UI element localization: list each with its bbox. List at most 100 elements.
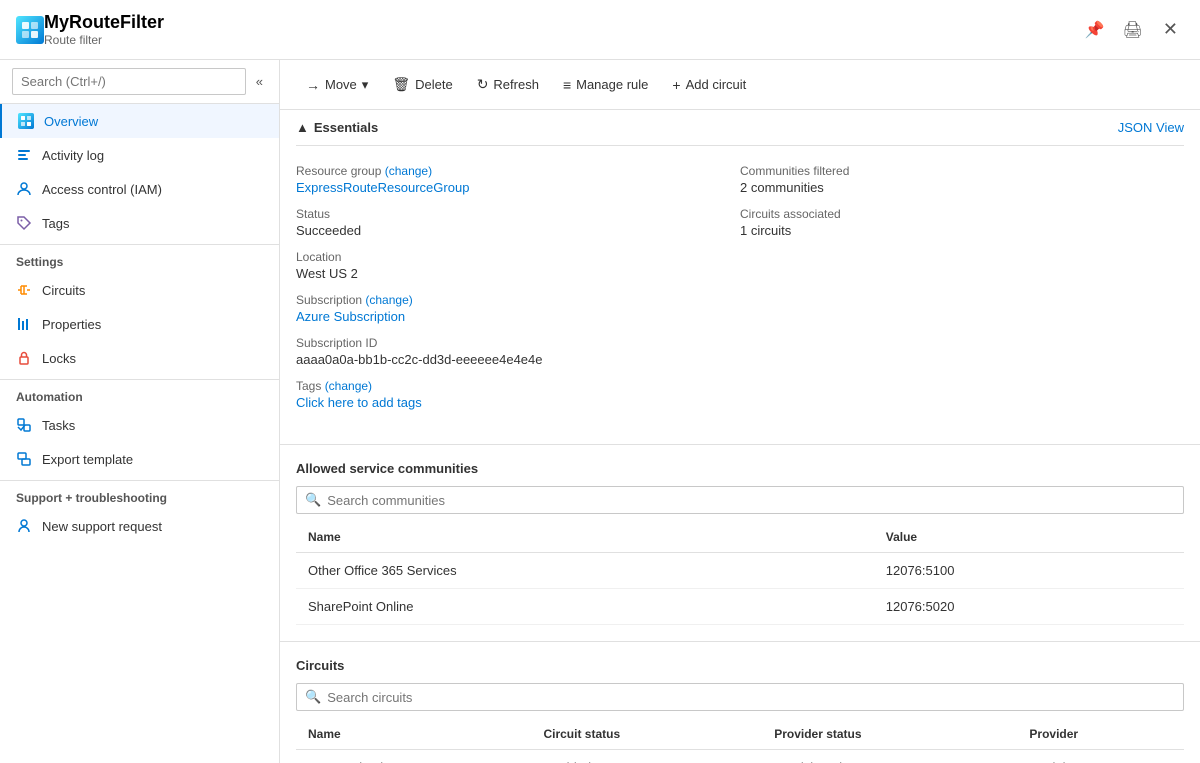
essentials-title: ▲ Essentials <box>296 120 378 135</box>
sidebar-item-access-control[interactable]: Access control (IAM) <box>0 172 279 206</box>
sidebar-item-circuits[interactable]: Circuits <box>0 273 279 307</box>
add-circuit-icon: + <box>672 77 680 93</box>
circuit-row-1: TestERCircuit Enabled Provisioned Equini… <box>296 750 1184 763</box>
circuits-search-input[interactable] <box>327 690 1175 705</box>
delete-label: Delete <box>415 77 453 92</box>
essentials-header: ▲ Essentials JSON View <box>296 110 1184 146</box>
essentials-grid: Resource group (change) ExpressRouteReso… <box>296 146 1184 428</box>
print-button[interactable]: 🖨 <box>1119 18 1147 42</box>
tags-value[interactable]: Click here to add tags <box>296 395 422 410</box>
sidebar-item-locks[interactable]: Locks <box>0 341 279 375</box>
communities-filtered-label: Communities filtered <box>740 164 1184 178</box>
communities-filtered-item: Communities filtered 2 communities <box>740 158 1184 201</box>
circuits-col-provider-status: Provider status <box>762 719 1017 750</box>
subscription-id-label: Subscription ID <box>296 336 740 350</box>
location-value: West US 2 <box>296 266 740 281</box>
settings-section-header: Settings <box>0 244 279 273</box>
communities-section: Allowed service communities 🔍 Name Value… <box>280 445 1200 625</box>
communities-col-value: Value <box>874 522 1184 553</box>
support-section-header: Support + troubleshooting <box>0 480 279 509</box>
resource-icon <box>16 16 44 44</box>
community-name-1: Other Office 365 Services <box>296 553 874 589</box>
subscription-id-value: aaaa0a0a-bb1b-cc2c-dd3d-eeeeee4e4e4e <box>296 352 740 367</box>
resource-group-label: Resource group (change) <box>296 164 740 178</box>
search-input[interactable] <box>12 68 246 95</box>
move-icon: → <box>306 77 320 93</box>
circuits-label: Circuits <box>42 283 85 298</box>
resource-name: MyRouteFilter <box>44 12 1081 33</box>
subscription-change[interactable]: (change) <box>365 293 412 307</box>
collapse-button[interactable]: « <box>252 72 267 91</box>
manage-rule-icon: ≡ <box>563 77 571 93</box>
title-text: MyRouteFilter Route filter <box>44 12 1081 47</box>
circuits-title: Circuits <box>296 658 1184 673</box>
circuit-provider-status-1: Provisioned <box>762 750 1017 763</box>
refresh-button[interactable]: ↻ Refresh <box>467 70 549 99</box>
circuits-associated-label: Circuits associated <box>740 207 1184 221</box>
json-view-link[interactable]: JSON View <box>1118 120 1184 135</box>
circuits-search-icon: 🔍 <box>305 689 321 705</box>
sidebar-item-new-support[interactable]: New support request <box>0 509 279 543</box>
community-value-1: 12076:5100 <box>874 553 1184 589</box>
circuit-status-1: Enabled <box>531 750 762 763</box>
tags-change[interactable]: (change) <box>325 379 372 393</box>
manage-rule-label: Manage rule <box>576 77 648 92</box>
sidebar-item-overview[interactable]: Overview <box>0 104 279 138</box>
locks-label: Locks <box>42 351 76 366</box>
activity-log-icon <box>16 147 32 163</box>
circuits-associated-item: Circuits associated 1 circuits <box>740 201 1184 244</box>
new-support-label: New support request <box>42 519 162 534</box>
resource-group-item: Resource group (change) ExpressRouteReso… <box>296 158 740 201</box>
communities-col-name: Name <box>296 522 874 553</box>
location-item: Location West US 2 <box>296 244 740 287</box>
circuits-table: Name Circuit status Provider status Prov… <box>296 719 1184 763</box>
circuits-icon <box>16 282 32 298</box>
new-support-icon <box>16 518 32 534</box>
resource-group-value[interactable]: ExpressRouteResourceGroup <box>296 180 469 195</box>
subscription-id-item: Subscription ID aaaa0a0a-bb1b-cc2c-dd3d-… <box>296 330 740 373</box>
overview-icon <box>18 113 34 129</box>
sidebar-item-tasks[interactable]: Tasks <box>0 408 279 442</box>
communities-filtered-value: 2 communities <box>740 180 1184 195</box>
properties-label: Properties <box>42 317 101 332</box>
subscription-item: Subscription (change) Azure Subscription <box>296 287 740 330</box>
sidebar: « Overview Activity <box>0 60 280 763</box>
circuits-col-provider: Provider <box>1017 719 1184 750</box>
communities-table: Name Value Other Office 365 Services 120… <box>296 522 1184 625</box>
export-template-icon <box>16 451 32 467</box>
sidebar-item-activity-log[interactable]: Activity log <box>0 138 279 172</box>
add-circuit-button[interactable]: + Add circuit <box>662 71 756 99</box>
access-control-icon <box>16 181 32 197</box>
sidebar-item-tags[interactable]: Tags <box>0 206 279 240</box>
subscription-label: Subscription (change) <box>296 293 740 307</box>
circuits-section: Circuits 🔍 Name Circuit status Provider … <box>280 642 1200 763</box>
essentials-chevron: ▲ <box>296 120 309 135</box>
properties-icon <box>16 316 32 332</box>
status-label: Status <box>296 207 740 221</box>
circuits-associated-value: 1 circuits <box>740 223 1184 238</box>
close-button[interactable]: ✕ <box>1157 17 1184 42</box>
move-label: Move <box>325 77 357 92</box>
tags-label: Tags (change) <box>296 379 740 393</box>
tags-icon <box>16 215 32 231</box>
sidebar-item-export-template[interactable]: Export template <box>0 442 279 476</box>
toolbar: → Move ▾ 🗑 Delete ↻ Refresh ≡ Manage rul… <box>280 60 1200 110</box>
delete-button[interactable]: 🗑 Delete <box>382 70 462 99</box>
manage-rule-button[interactable]: ≡ Manage rule <box>553 71 658 99</box>
community-value-2: 12076:5020 <box>874 589 1184 625</box>
automation-section-header: Automation <box>0 379 279 408</box>
communities-search-input[interactable] <box>327 493 1175 508</box>
circuits-col-name: Name <box>296 719 531 750</box>
overview-label: Overview <box>44 114 98 129</box>
delete-icon: 🗑 <box>392 76 410 93</box>
resource-group-change[interactable]: (change) <box>385 164 432 178</box>
sidebar-search-container: « <box>0 60 279 104</box>
community-row-1: Other Office 365 Services 12076:5100 <box>296 553 1184 589</box>
subscription-value[interactable]: Azure Subscription <box>296 309 405 324</box>
pin-button[interactable]: 📌 <box>1081 18 1109 42</box>
communities-title: Allowed service communities <box>296 461 1184 476</box>
move-button[interactable]: → Move ▾ <box>296 71 378 99</box>
activity-log-label: Activity log <box>42 148 104 163</box>
resource-type: Route filter <box>44 33 1081 47</box>
sidebar-item-properties[interactable]: Properties <box>0 307 279 341</box>
